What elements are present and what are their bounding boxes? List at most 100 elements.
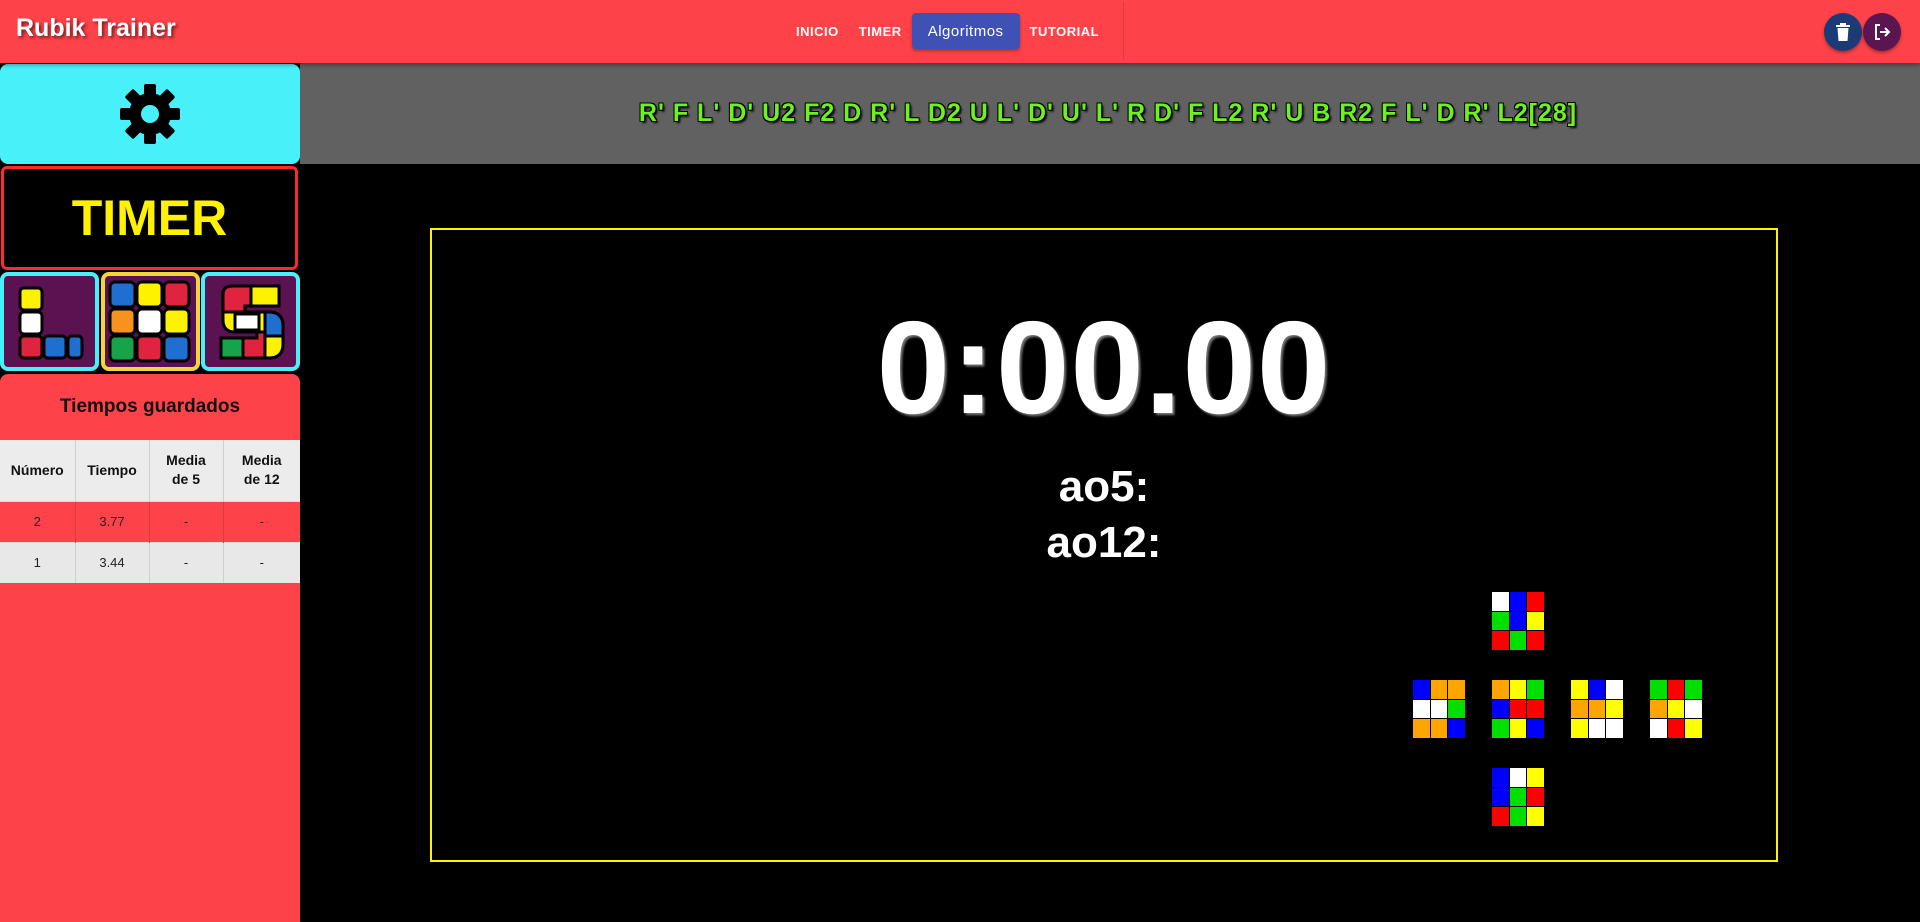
scramble-text: R' F L' D' U2 F2 D R' L D2 U L' D' U' L'… [638, 99, 1578, 127]
cube-sticker [1413, 699, 1430, 719]
cube-sticker [1571, 680, 1588, 699]
mode-3x3-cube-button[interactable] [100, 272, 200, 371]
timer-card[interactable]: TIMER [1, 166, 298, 270]
saved-times-panel: Tiempos guardados Número Tiempo Media de… [0, 374, 300, 922]
cube-sticker [1527, 592, 1544, 611]
cube-sticker [1606, 719, 1623, 738]
cube-sticker [1527, 787, 1544, 807]
cube-sticker [1430, 719, 1448, 738]
cube-sticker [1527, 768, 1544, 787]
cube-sticker [1509, 807, 1527, 826]
cube-sticker [1650, 680, 1667, 699]
saved-times-title: Tiempos guardados [59, 396, 241, 417]
cell-media-12: - [223, 541, 300, 583]
cube-sticker [1667, 719, 1685, 738]
column-header-media-5: Media de 5 [149, 440, 224, 501]
cube-sticker [1413, 719, 1430, 738]
trash-icon [1836, 23, 1850, 41]
cube-face-down [1492, 768, 1544, 826]
cube-sticker [1588, 699, 1606, 719]
cube-sticker [1527, 611, 1544, 631]
cell-media-5: - [149, 541, 224, 583]
cube-sticker [1509, 787, 1527, 807]
time-display: 0:00.00 [876, 294, 1332, 441]
table-row[interactable]: 2 3.77 - - [0, 500, 300, 542]
cube-sticker [1509, 699, 1527, 719]
cube-sticker [1650, 719, 1667, 738]
mode-l-cube-button[interactable] [0, 272, 99, 371]
ao12-label: ao12: [1046, 518, 1162, 567]
table-header-row: Número Tiempo Media de 5 Media de 12 [0, 440, 300, 501]
nav-inicio[interactable]: INICIO [786, 13, 849, 49]
cube-sticker [1492, 719, 1509, 738]
cube-sticker [1527, 699, 1544, 719]
cell-numero: 2 [0, 500, 76, 542]
cube-face-up [1492, 592, 1544, 650]
cube-sticker [1509, 768, 1527, 787]
delete-times-button[interactable] [1824, 13, 1862, 51]
app-title: Rubik Trainer [16, 14, 176, 42]
cube-face-right [1571, 680, 1623, 738]
cube-sticker [1509, 611, 1527, 631]
cube-face-back [1650, 680, 1702, 738]
cube-sticker [1448, 680, 1465, 699]
column-header-numero: Número [0, 440, 76, 501]
mode-s-cube-button[interactable] [201, 272, 300, 371]
nav-tutorial[interactable]: TUTORIAL [1020, 13, 1109, 49]
table-row[interactable]: 1 3.44 - - [0, 541, 300, 583]
scramble-bar: R' F L' D' U2 F2 D R' L D2 U L' D' U' L'… [300, 63, 1920, 164]
logout-button[interactable] [1863, 13, 1901, 51]
cube-sticker [1667, 699, 1685, 719]
cube-sticker [1685, 680, 1702, 699]
column-header-media-12: Media de 12 [223, 440, 300, 501]
saved-times-table: Número Tiempo Media de 5 Media de 12 2 3… [0, 440, 300, 583]
cube-sticker [1588, 680, 1606, 699]
ao5-label: ao5: [1058, 462, 1150, 511]
cube-sticker [1492, 592, 1509, 611]
cube-sticker [1492, 807, 1509, 826]
column-header-tiempo: Tiempo [75, 440, 150, 501]
cube-sticker [1606, 680, 1623, 699]
cube-sticker [1448, 699, 1465, 719]
cube-face-front [1492, 680, 1544, 738]
cube-sticker [1571, 699, 1588, 719]
cell-media-5: - [149, 500, 224, 542]
cube-sticker [1430, 699, 1448, 719]
cube-sticker [1527, 719, 1544, 738]
top-app-bar: Rubik Trainer INICIO TIMER Algoritmos TU… [0, 0, 1920, 63]
cube-mode-selector [0, 272, 300, 372]
nav-algoritmos[interactable]: Algoritmos [911, 13, 1020, 49]
logout-icon [1875, 24, 1891, 40]
cube-sticker [1527, 807, 1544, 826]
cube-sticker [1527, 680, 1544, 699]
cube-sticker [1492, 787, 1509, 807]
cube-sticker [1430, 680, 1448, 699]
nav-timer[interactable]: TIMER [849, 13, 912, 49]
timer-label: TIMER [71, 190, 228, 246]
cube-sticker [1571, 719, 1588, 738]
cell-tiempo: 3.77 [75, 500, 150, 542]
cube-face-left [1413, 680, 1465, 738]
cube-sticker [1492, 611, 1509, 631]
cube-sticker [1509, 631, 1527, 650]
cube-sticker [1509, 719, 1527, 738]
cube-sticker [1667, 680, 1685, 699]
l-cube-icon [18, 286, 83, 359]
timer-area[interactable]: 0:00.00 ao5: ao12: [430, 228, 1778, 862]
cube-sticker [1606, 699, 1623, 719]
cube-sticker [1527, 631, 1544, 650]
cell-media-12: - [223, 500, 300, 542]
cube-sticker [1448, 719, 1465, 738]
cube-sticker [1492, 768, 1509, 787]
gear-icon [120, 84, 180, 144]
cube-sticker [1492, 699, 1509, 719]
settings-card[interactable] [0, 64, 300, 164]
cube-sticker [1650, 699, 1667, 719]
cube-sticker [1413, 680, 1430, 699]
cell-numero: 1 [0, 541, 76, 583]
cube-sticker [1492, 680, 1509, 699]
cube-sticker [1685, 699, 1702, 719]
cube-sticker [1492, 631, 1509, 650]
3x3-cube-icon [108, 280, 191, 362]
cell-tiempo: 3.44 [75, 541, 150, 583]
